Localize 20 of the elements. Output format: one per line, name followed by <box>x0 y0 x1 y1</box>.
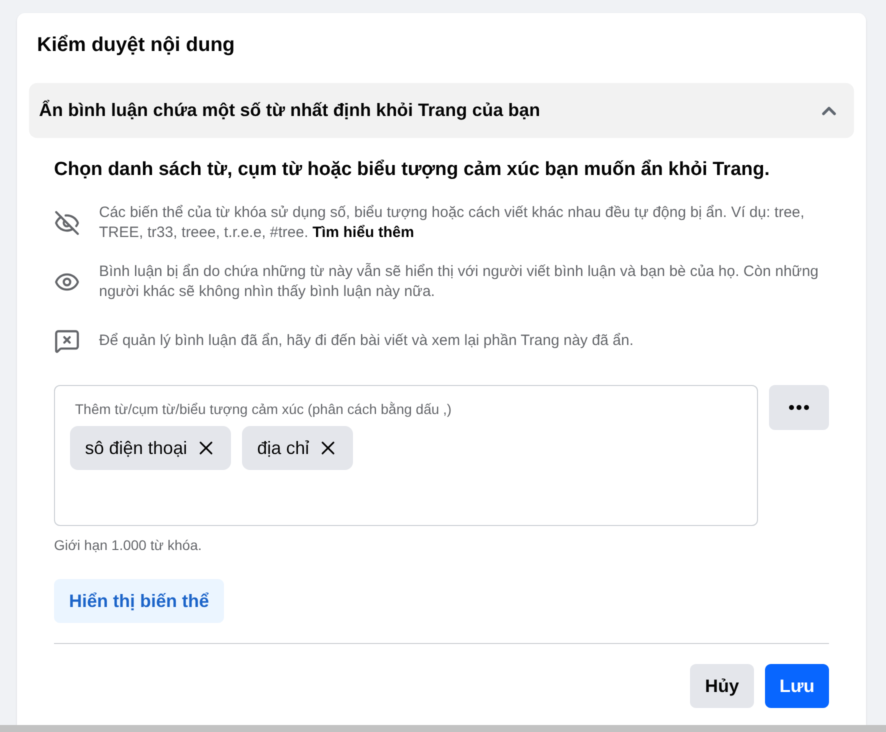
keyword-text: sô điện thoại <box>85 436 188 460</box>
chat-bubble-x-icon <box>54 328 80 354</box>
panel-title: Kiểm duyệt nội dung <box>37 34 235 56</box>
keyword-field[interactable]: Thêm từ/cụm từ/biểu tượng cảm xúc (phân cách bằng dấu ,) sô điện thoại địa chỉ <box>54 385 758 526</box>
limit-note: Giới hạn 1.000 từ khóa. <box>54 537 202 553</box>
section-title: Ẩn bình luận chứa một số từ nhất định khỏi Trang của bạn <box>39 98 540 122</box>
show-variants-button[interactable]: Hiển thị biến thể <box>54 579 224 623</box>
learn-more-link[interactable]: Tìm hiểu thêm <box>312 224 414 241</box>
keyword-text: địa chỉ <box>257 436 310 460</box>
more-options-button[interactable] <box>769 385 829 430</box>
more-icon <box>789 405 809 410</box>
action-button[interactable]: Lưu <box>765 664 829 708</box>
note-text: Để quản lý bình luận đã ẩn, hãy đi đến bài viết và xem lại phần Trang này đã ẩn. <box>99 331 634 351</box>
section-header[interactable]: Ẩn bình luận chứa một số từ nhất định khỏi Trang của bạn <box>29 83 854 138</box>
eye-slash-icon <box>54 210 80 236</box>
section-heading: Chọn danh sách từ, cụm từ hoặc biểu tượng cảm xúc bạn muốn ẩn khỏi Trang. <box>54 159 770 180</box>
field-label: Thêm từ/cụm từ/biểu tượng cảm xúc (phân cách bằng dấu ,) <box>75 400 453 418</box>
note-text: Các biến thể của từ khóa sử dụng số, biểu tượng hoặc cách viết khác nhau đều tự động bị ẩn. Ví dụ: tree, TREE, tr33, treee, t.r.e.e, #tree. Tìm hiểu thêm <box>99 203 806 243</box>
action-button[interactable]: Hủy <box>690 664 754 708</box>
note-text: Bình luận bị ẩn do chứa những từ này vẫn sẽ hiển thị với người viết bình luận và bạn bè của họ. Còn những người khác sẽ không nhìn thấy bình luận này nữa. <box>99 262 820 302</box>
